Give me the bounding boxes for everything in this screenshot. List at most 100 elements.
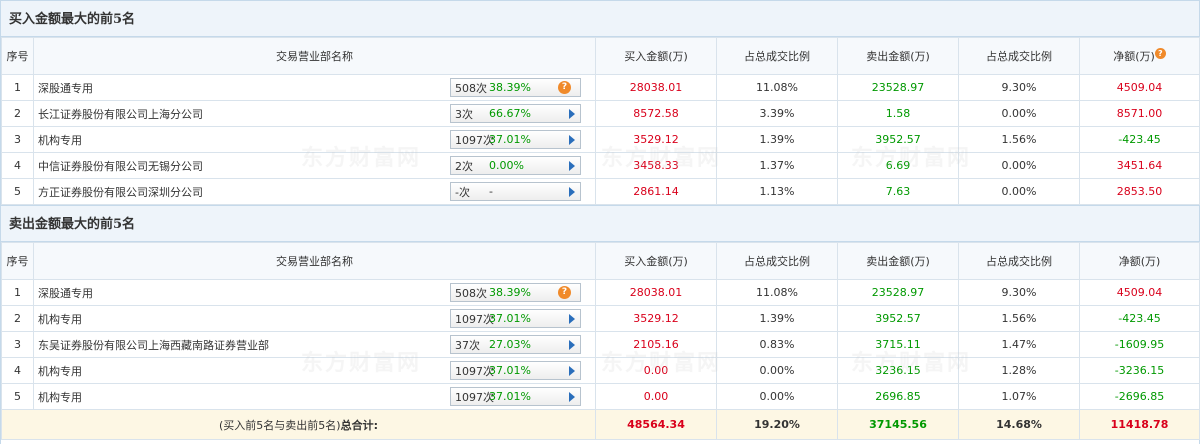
dept-count: -次 bbox=[455, 185, 470, 199]
col-header-buy-amount: 买入金额(万) bbox=[595, 242, 717, 280]
sell-amount: 2696.85 bbox=[837, 383, 959, 410]
question-icon[interactable]: ? bbox=[1154, 48, 1166, 59]
dept-name-link[interactable]: 机构专用 bbox=[38, 132, 448, 148]
table-row: 5 方正证券股份有限公司深圳分公司 -次 - 2861.14 1.13% 7.63 0.00%… bbox=[1, 178, 1200, 205]
arrow-right-icon[interactable] bbox=[569, 340, 575, 350]
arrow-right-icon[interactable] bbox=[569, 392, 575, 402]
table-row: 2 机构专用 1097次 37.01% 3529.12 1.39% 3952.57 1.56%… bbox=[1, 305, 1200, 332]
net-amount: 4509.04 bbox=[1079, 279, 1200, 306]
row-index: 4 bbox=[1, 357, 34, 384]
row-index: 2 bbox=[1, 305, 34, 332]
row-index: 1 bbox=[1, 74, 34, 101]
dept-count: 508次 bbox=[455, 286, 487, 300]
dept-win-rate: 37.01% bbox=[489, 312, 531, 325]
col-header-buy-ratio: 占总成交比例 bbox=[716, 242, 838, 280]
dept-name-link[interactable]: 中信证券股份有限公司无锡分公司 bbox=[38, 158, 448, 174]
dept-count: 508次 bbox=[455, 81, 487, 95]
sell-amount: 6.69 bbox=[837, 152, 959, 179]
total-sell-ratio: 14.68% bbox=[958, 409, 1080, 440]
buy-amount: 3529.12 bbox=[595, 305, 717, 332]
sell-amount: 1.58 bbox=[837, 100, 959, 127]
dept-name-link[interactable]: 机构专用 bbox=[38, 311, 448, 327]
net-amount: 2853.50 bbox=[1079, 178, 1200, 205]
dept-stats-box[interactable]: 1097次 37.01% bbox=[450, 130, 581, 149]
net-amount: 4509.04 bbox=[1079, 74, 1200, 101]
arrow-right-icon[interactable] bbox=[569, 135, 575, 145]
net-amount: -423.45 bbox=[1079, 305, 1200, 332]
total-label: (买入前5名与卖出前5名)总合计: bbox=[1, 409, 596, 440]
total-label-bold: 总合计: bbox=[340, 418, 378, 432]
row-index: 5 bbox=[1, 178, 34, 205]
dept-count: 1097次 bbox=[455, 390, 494, 404]
total-row: (买入前5名与卖出前5名)总合计: 48564.34 19.20% 37145.… bbox=[1, 409, 1200, 440]
sell-ratio: 0.00% bbox=[958, 152, 1080, 179]
sell-amount: 23528.97 bbox=[837, 74, 959, 101]
sell-ratio: 0.00% bbox=[958, 178, 1080, 205]
row-index: 3 bbox=[1, 331, 34, 358]
dept-stats-box[interactable]: 37次 27.03% bbox=[450, 335, 581, 354]
dept-name-link[interactable]: 方正证券股份有限公司深圳分公司 bbox=[38, 184, 448, 200]
table-row: 2 长江证券股份有限公司上海分公司 3次 66.67% 8572.58 3.39% 1.58… bbox=[1, 100, 1200, 127]
net-amount: -423.45 bbox=[1079, 126, 1200, 153]
dept-name-link[interactable]: 机构专用 bbox=[38, 363, 448, 379]
dept-name-link[interactable]: 机构专用 bbox=[38, 389, 448, 405]
buy-amount: 28038.01 bbox=[595, 74, 717, 101]
dept-stats-box[interactable]: 508次 38.39%? bbox=[450, 78, 581, 97]
dept-name-link[interactable]: 深股通专用 bbox=[38, 285, 448, 301]
dept-name-link[interactable]: 东吴证券股份有限公司上海西藏南路证券营业部 bbox=[38, 337, 448, 353]
dept-count: 1097次 bbox=[455, 364, 494, 378]
dept-cell: 机构专用 1097次 37.01% bbox=[33, 357, 596, 384]
dept-stats-box[interactable]: 508次 38.39%? bbox=[450, 283, 581, 302]
sell-amount: 23528.97 bbox=[837, 279, 959, 306]
net-amount: -2696.85 bbox=[1079, 383, 1200, 410]
dept-count: 3次 bbox=[455, 107, 473, 121]
col-header-index: 序号 bbox=[1, 37, 34, 75]
col-header-net: 净额(万) bbox=[1079, 242, 1200, 280]
total-label-prefix: (买入前5名与卖出前5名) bbox=[219, 418, 341, 432]
row-index: 1 bbox=[1, 279, 34, 306]
sell-table-header-row: 序号 交易营业部名称 买入金额(万) 占总成交比例 卖出金额(万) 占总成交比例… bbox=[1, 242, 1200, 280]
buy-ratio: 3.39% bbox=[716, 100, 838, 127]
buy-ratio: 1.37% bbox=[716, 152, 838, 179]
dept-cell: 方正证券股份有限公司深圳分公司 -次 - bbox=[33, 178, 596, 205]
question-icon[interactable]: ? bbox=[558, 286, 571, 299]
sell-amount: 3952.57 bbox=[837, 126, 959, 153]
sell-ratio: 1.56% bbox=[958, 126, 1080, 153]
net-amount: -1609.95 bbox=[1079, 331, 1200, 358]
dept-stats-box[interactable]: 3次 66.67% bbox=[450, 104, 581, 123]
buy-amount: 2105.16 bbox=[595, 331, 717, 358]
col-header-sell-amount: 卖出金额(万) bbox=[837, 37, 959, 75]
arrow-right-icon[interactable] bbox=[569, 366, 575, 376]
col-header-net-label: 净额(万) bbox=[1113, 50, 1155, 63]
dept-cell: 机构专用 1097次 37.01% bbox=[33, 126, 596, 153]
dept-cell: 机构专用 1097次 37.01% bbox=[33, 383, 596, 410]
col-header-sell-ratio: 占总成交比例 bbox=[958, 242, 1080, 280]
arrow-right-icon[interactable] bbox=[569, 314, 575, 324]
buy-amount: 3458.33 bbox=[595, 152, 717, 179]
table-row: 1 深股通专用 508次 38.39%? 28038.01 11.08% 23528.97 9… bbox=[1, 279, 1200, 306]
buy-amount: 0.00 bbox=[595, 357, 717, 384]
dept-win-rate: 66.67% bbox=[489, 107, 531, 120]
dept-name-link[interactable]: 长江证券股份有限公司上海分公司 bbox=[38, 106, 448, 122]
dept-cell: 机构专用 1097次 37.01% bbox=[33, 305, 596, 332]
dept-stats-box[interactable]: -次 - bbox=[450, 182, 581, 201]
dept-stats-box[interactable]: 1097次 37.01% bbox=[450, 361, 581, 380]
table-row: 5 机构专用 1097次 37.01% 0.00 0.00% 2696.85 1.07% -26… bbox=[1, 383, 1200, 410]
arrow-right-icon[interactable] bbox=[569, 161, 575, 171]
question-icon[interactable]: ? bbox=[558, 81, 571, 94]
dept-stats-box[interactable]: 1097次 37.01% bbox=[450, 309, 581, 328]
buy-amount: 0.00 bbox=[595, 383, 717, 410]
arrow-right-icon[interactable] bbox=[569, 187, 575, 197]
col-header-buy-amount: 买入金额(万) bbox=[595, 37, 717, 75]
dept-stats-box[interactable]: 1097次 37.01% bbox=[450, 387, 581, 406]
arrow-right-icon[interactable] bbox=[569, 109, 575, 119]
net-amount: 3451.64 bbox=[1079, 152, 1200, 179]
total-buy-ratio: 19.20% bbox=[716, 409, 838, 440]
dept-name-link[interactable]: 深股通专用 bbox=[38, 80, 448, 96]
dept-win-rate: - bbox=[489, 185, 493, 198]
sell-ratio: 9.30% bbox=[958, 279, 1080, 306]
table-row: 3 机构专用 1097次 37.01% 3529.12 1.39% 3952.57 1.56%… bbox=[1, 126, 1200, 153]
dept-stats-box[interactable]: 2次 0.00% bbox=[450, 156, 581, 175]
table-row: 1 深股通专用 508次 38.39%? 28038.01 11.08% 23528.97 9… bbox=[1, 74, 1200, 101]
sell-amount: 3236.15 bbox=[837, 357, 959, 384]
